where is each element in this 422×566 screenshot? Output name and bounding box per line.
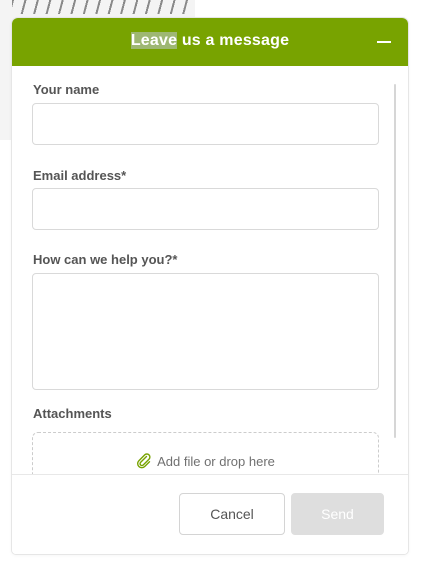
add-file-link[interactable]: Add file or drop here [33,453,378,472]
paperclip-icon [136,453,152,472]
email-label: Email address* [33,168,127,183]
message-textarea[interactable] [32,273,379,390]
attachments-label: Attachments [33,406,112,421]
message-label: How can we help you?* [33,252,178,267]
attachment-dropzone[interactable]: Add file or drop here [32,432,379,474]
widget-footer: Cancel Send [12,474,408,554]
email-input[interactable] [32,188,379,230]
minimize-button[interactable] [374,32,394,52]
cancel-button[interactable]: Cancel [179,493,285,535]
title-rest: us a message [177,32,290,49]
name-label: Your name [33,82,100,97]
form-body: Your name Email address* How can we help… [12,66,408,474]
send-button[interactable]: Send [291,493,384,535]
widget-header: Leave us a message [12,18,408,66]
name-input[interactable] [32,103,379,145]
page-background: Leave us a message Your name Email addre… [0,0,422,566]
title-highlighted-word: Leave [130,32,178,49]
background-divider [408,60,409,164]
add-file-text: Add file or drop here [157,454,275,469]
background-pattern [12,0,188,14]
contact-form-widget: Leave us a message Your name Email addre… [12,18,408,554]
form-scrollbar[interactable] [394,84,396,438]
widget-title: Leave us a message [12,32,408,50]
